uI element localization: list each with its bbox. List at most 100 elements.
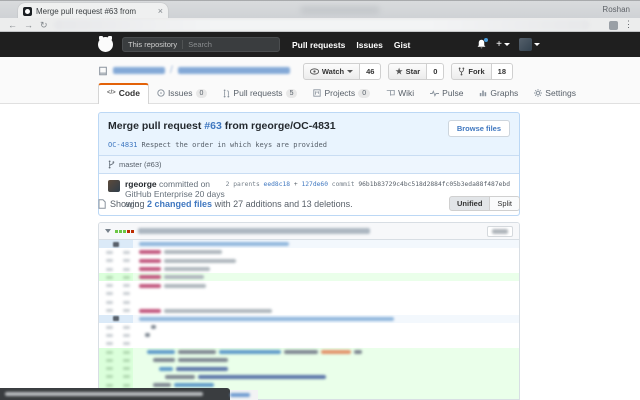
view-button[interactable] [487,226,513,237]
nav-pull-requests[interactable]: Pull requests [292,40,345,50]
tab-settings[interactable]: Settings [526,84,584,103]
code-token-blurred [198,375,326,379]
line-number[interactable] [116,273,133,281]
code-token-blurred [178,358,228,362]
tab-code[interactable]: </> Code [98,83,149,104]
watch-button[interactable]: Watch [303,63,360,80]
line-number[interactable] [116,257,133,265]
line-number[interactable] [99,257,116,265]
line-number[interactable] [116,323,133,331]
star-count[interactable]: 0 [427,63,444,80]
repo-name-link-blurred[interactable] [178,67,290,74]
tab-close-icon[interactable]: × [158,7,163,16]
refresh-icon[interactable]: ↻ [40,19,48,31]
issue-key-link[interactable]: OC-4831 [108,141,138,149]
unread-notification-dot [484,38,488,42]
line-number-blurred [106,284,113,287]
line-number[interactable] [99,356,116,364]
star-button-group: ★ Star 0 [388,63,444,80]
line-number[interactable] [99,281,116,289]
line-number[interactable] [99,323,116,331]
notifications-bell-icon[interactable] [476,39,487,50]
line-number[interactable] [116,356,133,364]
line-number-blurred [123,351,130,354]
author-name[interactable]: rgeorge [125,179,157,189]
wiki-icon [386,89,395,97]
line-number[interactable] [99,265,116,273]
line-number[interactable] [99,273,116,281]
tab-wiki[interactable]: Wiki [378,84,422,103]
line-number[interactable] [116,298,133,306]
line-number[interactable] [99,373,116,381]
fork-button[interactable]: Fork [451,63,491,80]
tab-projects-label: Projects [324,88,355,98]
repo-owner-link-blurred[interactable] [113,67,165,74]
chrome-profile-name[interactable]: Roshan [602,5,630,14]
branch-name[interactable]: master (#63) [119,160,162,169]
browser-tab[interactable]: Merge pull request #63 from × [18,3,168,19]
line-number[interactable] [116,248,133,256]
gear-icon [534,89,542,97]
tab-graphs[interactable]: Graphs [471,84,526,103]
tab-projects[interactable]: Projects 0 [305,84,378,103]
diff-row [99,356,519,364]
extension-icon[interactable] [609,21,618,30]
line-number[interactable] [116,331,133,339]
line-number[interactable] [99,331,116,339]
changed-files-link[interactable]: 2 changed files [147,199,212,209]
diff-hunk-row [99,315,519,323]
address-bar-blurred[interactable] [54,20,590,30]
line-number[interactable] [99,348,116,356]
line-number-blurred [123,301,130,304]
line-number[interactable] [99,306,116,314]
expand-diff-button[interactable] [99,240,133,248]
browse-files-button[interactable]: Browse files [448,120,510,137]
search-input[interactable]: This repository Search [122,37,280,52]
forward-icon[interactable]: → [24,19,33,31]
watch-count[interactable]: 46 [360,63,381,80]
fork-count[interactable]: 18 [492,63,513,80]
line-number[interactable] [99,290,116,298]
line-number[interactable] [99,340,116,348]
diff-file-box [98,222,520,400]
line-number[interactable] [116,340,133,348]
line-number[interactable] [116,373,133,381]
line-number[interactable] [116,364,133,372]
pr-number-link[interactable]: #63 [204,120,222,132]
star-button[interactable]: ★ Star [388,63,427,80]
tab-issues[interactable]: Issues 0 [149,84,215,103]
file-name-blurred[interactable] [138,228,370,234]
parent1-link[interactable]: eed8c18 [264,181,291,188]
tab-title: Merge pull request #63 from [36,7,155,16]
line-number[interactable] [99,364,116,372]
author-avatar[interactable] [108,180,120,192]
create-new-button[interactable]: + [496,39,510,50]
line-number[interactable] [116,265,133,273]
parent2-link[interactable]: 127de60 [301,181,328,188]
fork-label: Fork [468,67,484,76]
back-icon[interactable]: ← [8,19,17,31]
collapse-chevron-icon[interactable] [105,229,111,233]
line-number[interactable] [116,348,133,356]
tab-pulse[interactable]: Pulse [422,84,471,103]
user-menu[interactable] [519,38,540,51]
tab-pull-requests[interactable]: Pull requests 5 [215,84,305,103]
line-number-blurred [106,384,113,387]
watch-label: Watch [322,67,344,76]
line-number[interactable] [99,248,116,256]
line-number[interactable] [116,290,133,298]
parents-label: 2 parents [226,181,264,188]
unified-button[interactable]: Unified [449,196,490,211]
line-number[interactable] [99,298,116,306]
breadcrumb[interactable]: / [98,65,290,76]
nav-gist[interactable]: Gist [394,40,411,50]
split-button[interactable]: Split [490,196,520,211]
nav-issues[interactable]: Issues [356,40,382,50]
github-logo-icon[interactable] [98,37,113,52]
line-number[interactable] [116,306,133,314]
chrome-menu-icon[interactable]: ⋮ [624,19,633,30]
line-number[interactable] [116,281,133,289]
code-token-blurred [219,350,281,354]
expand-diff-button[interactable] [99,315,133,323]
watch-button-group: Watch 46 [303,63,382,80]
